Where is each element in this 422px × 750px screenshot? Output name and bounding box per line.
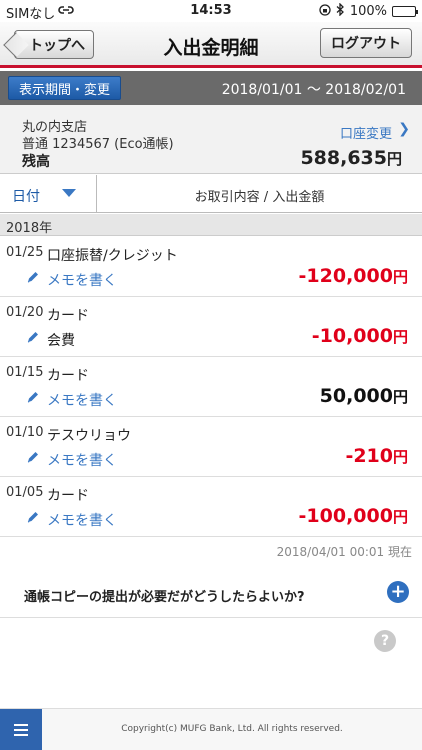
transaction-row[interactable]: 01/20 カード会費 -10,000円 (0, 297, 422, 357)
transaction-date: 01/20 (6, 305, 44, 320)
amount-currency: 円 (392, 268, 408, 286)
faq-question: 通帳コピーの提出が必要だがどうしたらよいか? (24, 590, 305, 605)
pencil-icon[interactable] (26, 449, 40, 463)
balance-amount: 588,635円 (300, 147, 402, 169)
memo-field[interactable]: 会費 (47, 330, 75, 350)
amount-currency: 円 (392, 448, 408, 466)
help-icon[interactable]: ? (374, 630, 396, 652)
copyright: Copyright(c) MUFG Bank, Ltd. All rights … (121, 724, 343, 734)
rotation-lock-icon (319, 3, 331, 20)
balance-label: 残高 (22, 154, 50, 170)
memo-field[interactable]: メモを書く (47, 450, 117, 470)
battery-percent: 100% (349, 4, 387, 19)
year-separator: 2018年 (0, 214, 422, 236)
balance-currency: 円 (386, 150, 402, 168)
logout-button[interactable]: ログアウト (320, 28, 412, 58)
faq-item[interactable]: 通帳コピーの提出が必要だがどうしたらよいか? + (0, 570, 422, 618)
transaction-date: 01/10 (6, 425, 44, 440)
pencil-icon[interactable] (26, 389, 40, 403)
hamburger-icon (14, 724, 28, 736)
plus-circle-icon[interactable]: + (387, 581, 409, 603)
transaction-row[interactable]: 01/10 テスウリョウメモを書く -210円 (0, 417, 422, 477)
chevron-right-icon[interactable]: ❯ (398, 121, 410, 137)
content-column-header: お取引内容 / 入出金額 (194, 190, 325, 205)
year-label: 2018年 (6, 221, 53, 236)
footer: Copyright(c) MUFG Bank, Ltd. All rights … (0, 708, 422, 750)
amount-value: 50,000 (319, 385, 393, 407)
memo-field[interactable]: メモを書く (47, 270, 117, 290)
menu-button[interactable] (0, 709, 42, 750)
transaction-row[interactable]: 01/15 カードメモを書く 50,000円 (0, 357, 422, 417)
amount-value: -120,000 (298, 265, 393, 287)
transaction-amount: -120,000円 (299, 265, 408, 287)
transaction-amount: -210円 (345, 445, 408, 467)
change-period-button[interactable]: 表示期間・変更 (8, 76, 122, 100)
period-bar: 表示期間・変更 2018/01/01 ～ 2018/02/01 (0, 71, 422, 105)
transaction-description: カード (47, 368, 89, 384)
account-summary: 丸の内支店 普通 1234567 (Eco通帳) 残高 口座変更 ❯ 588,6… (0, 105, 422, 174)
amount-value: -210 (345, 445, 393, 467)
transaction-row[interactable]: 01/05 カードメモを書く -100,000円 (0, 477, 422, 537)
transaction-date: 01/15 (6, 365, 44, 380)
transaction-row[interactable]: 01/25 口座振替/クレジットメモを書く -120,000円 (0, 237, 422, 297)
sort-header: 日付 お取引内容 / 入出金額 (0, 175, 422, 213)
transaction-amount: -10,000円 (312, 325, 408, 347)
transaction-date: 01/25 (6, 245, 44, 260)
amount-value: -100,000 (298, 505, 393, 527)
transaction-description: カード (47, 488, 89, 504)
sort-date-label: 日付 (12, 189, 40, 205)
triangle-down-icon (62, 189, 76, 197)
battery-icon (392, 6, 418, 17)
pencil-icon[interactable] (26, 269, 40, 283)
pencil-icon[interactable] (26, 509, 40, 523)
amount-currency: 円 (392, 328, 408, 346)
transaction-description: カード (47, 308, 89, 324)
period-range: 2018/01/01 ～ 2018/02/01 (221, 82, 406, 98)
amount-currency: 円 (392, 508, 408, 526)
memo-field[interactable]: メモを書く (47, 390, 117, 410)
memo-field[interactable]: メモを書く (47, 510, 117, 530)
nav-header: トップへ 入出金明細 ログアウト (0, 22, 422, 68)
account-number: 普通 1234567 (Eco通帳) (22, 137, 174, 152)
transaction-amount: 50,000円 (320, 385, 408, 407)
status-bar: SIMなし 14:53 100% (0, 0, 422, 22)
change-account-link[interactable]: 口座変更 (340, 123, 392, 142)
transaction-amount: -100,000円 (299, 505, 408, 527)
pencil-icon[interactable] (26, 329, 40, 343)
amount-value: -10,000 (311, 325, 393, 347)
bluetooth-icon (336, 2, 345, 20)
transaction-description: 口座振替/クレジット (47, 248, 178, 264)
transaction-date: 01/05 (6, 485, 44, 500)
as-of-timestamp: 2018/04/01 00:01 現在 (276, 545, 412, 559)
amount-currency: 円 (392, 388, 408, 406)
balance-value: 588,635 (300, 147, 387, 169)
sort-by-date-button[interactable]: 日付 (0, 175, 97, 212)
transaction-description: テスウリョウ (47, 428, 131, 444)
status-right: 100% (319, 2, 418, 20)
